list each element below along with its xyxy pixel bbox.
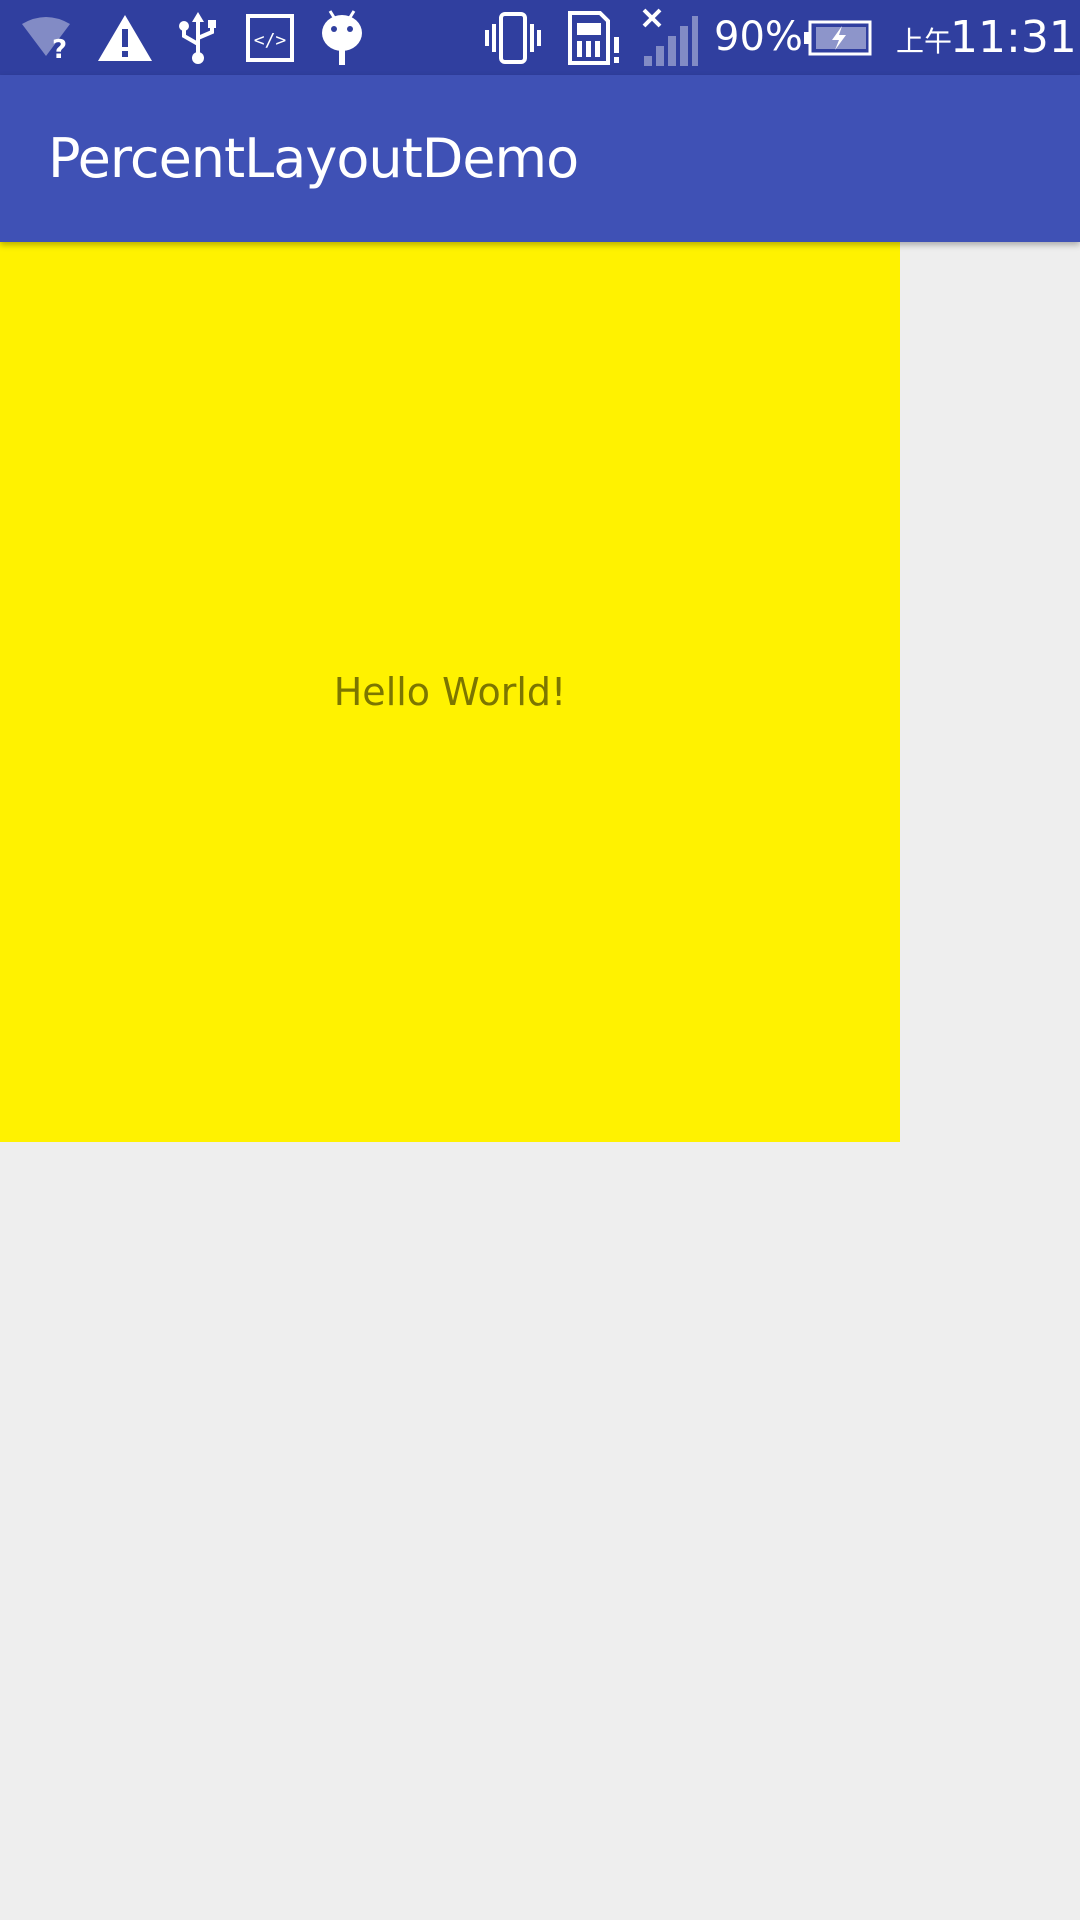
ampm-label: 上午 xyxy=(896,25,953,58)
developer-code-icon: </> xyxy=(246,0,294,75)
app-title: PercentLayoutDemo xyxy=(48,127,579,190)
vibrate-icon xyxy=(484,0,542,75)
clock-time: 11:31 xyxy=(950,12,1077,63)
battery-percent: 90% xyxy=(714,14,803,60)
battery-charging-icon xyxy=(804,0,872,75)
sim-alert-icon xyxy=(566,0,622,75)
status-bar: ? </> 90% 上午 11:31 xyxy=(0,0,1080,75)
warning-icon xyxy=(96,0,154,75)
android-debug-icon xyxy=(318,0,366,75)
svg-text:?: ? xyxy=(52,35,67,60)
hello-world-text: Hello World! xyxy=(333,670,567,714)
app-bar: PercentLayoutDemo xyxy=(0,75,1080,242)
wifi-unknown-icon: ? xyxy=(20,0,72,75)
svg-text:</>: </> xyxy=(254,30,287,51)
content-area: Hello World! xyxy=(0,242,1080,1920)
usb-icon xyxy=(174,0,222,75)
percent-box: Hello World! xyxy=(0,242,900,1142)
signal-off-icon xyxy=(638,0,700,75)
